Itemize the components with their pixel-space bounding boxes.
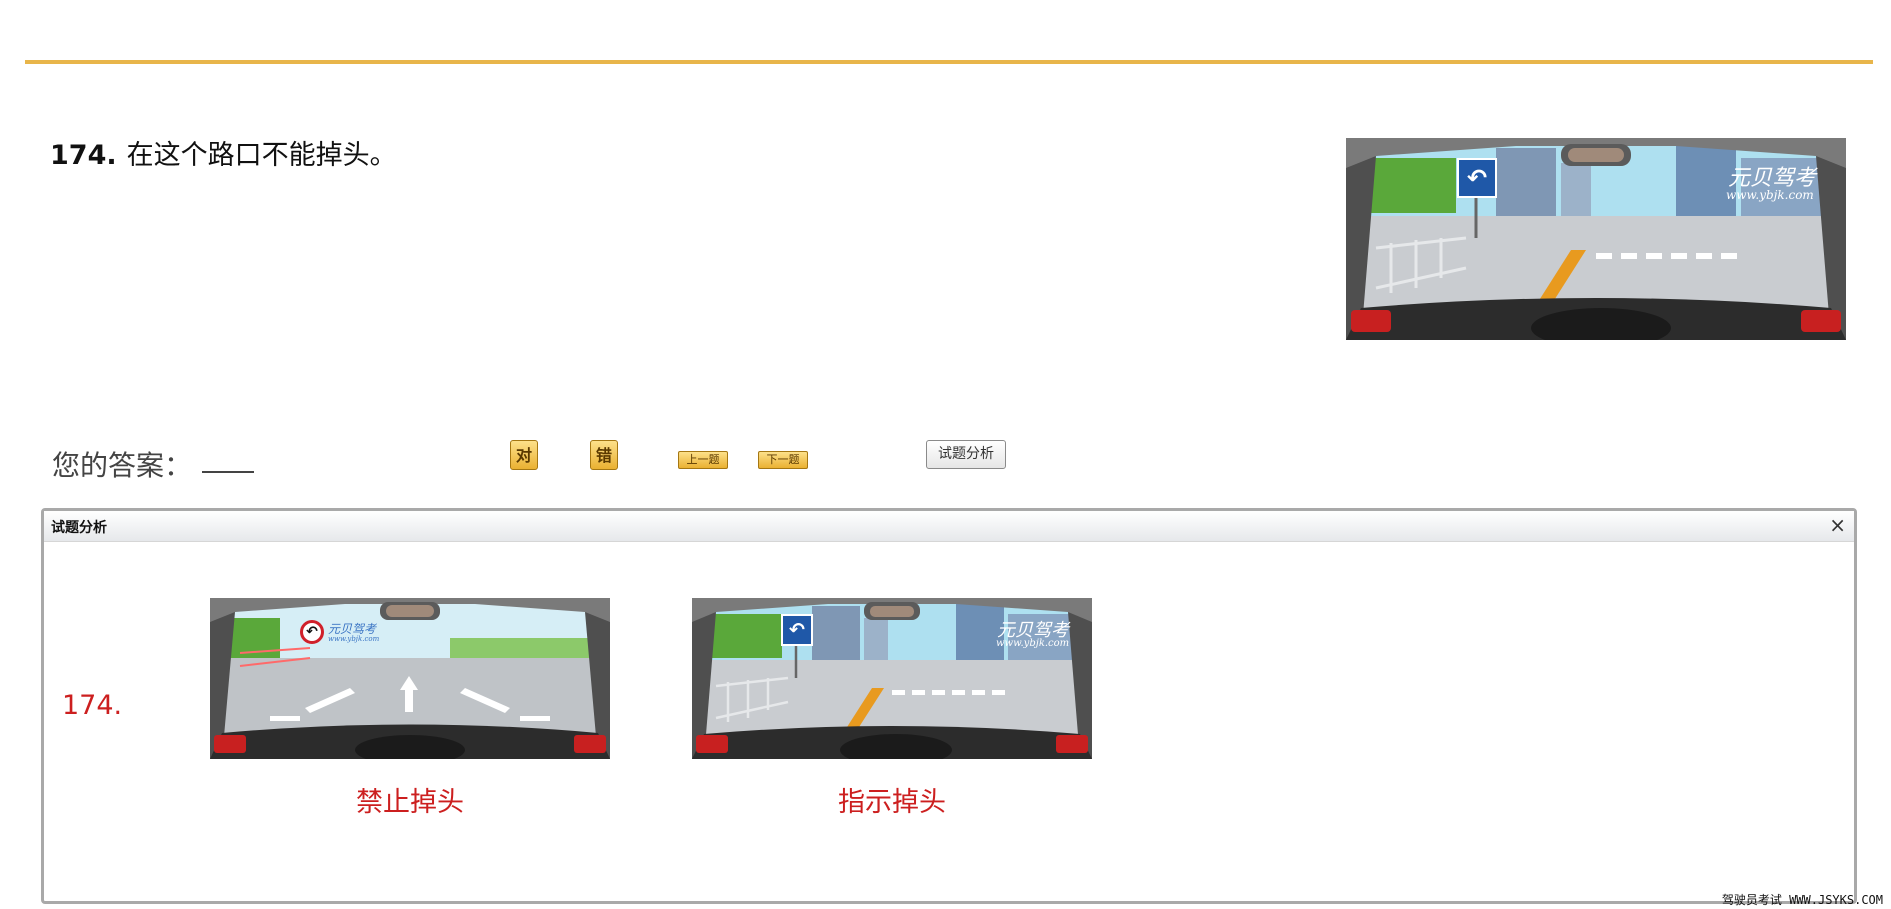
- analysis-panel-title: 试题分析: [51, 520, 107, 536]
- analysis-panel-header: 试题分析 ×: [44, 511, 1854, 542]
- question-text: 在这个路口不能掉头。: [126, 140, 397, 171]
- correct-button[interactable]: 对: [510, 440, 538, 470]
- wrong-button[interactable]: 错: [590, 440, 618, 470]
- site-watermark: 驾驶员考试 WWW.JSYKS.COM: [1721, 893, 1883, 907]
- scene-url: www.ybjk.com: [996, 638, 1070, 649]
- header-divider: [25, 60, 1873, 64]
- answer-blank: [202, 445, 254, 473]
- prev-question-button[interactable]: 上一题: [678, 451, 728, 469]
- close-icon[interactable]: ×: [1829, 513, 1846, 537]
- analysis-question-number: 174.: [62, 690, 123, 721]
- caption-no-uturn: 禁止掉头: [356, 787, 464, 818]
- next-question-button[interactable]: 下一题: [758, 451, 808, 469]
- u-turn-sign-icon: ↶: [1457, 158, 1497, 198]
- u-turn-sign-icon: ↶: [781, 614, 813, 646]
- answer-label: 您的答案：: [52, 449, 193, 482]
- question-scene-image: ↶ 元贝驾考 www.ybjk.com: [1346, 138, 1846, 340]
- caption-uturn: 指示掉头: [838, 787, 946, 818]
- no-u-turn-sign-icon: ↶: [300, 620, 324, 644]
- question-number: 174.: [50, 140, 117, 171]
- analysis-button[interactable]: 试题分析: [926, 440, 1006, 469]
- scene-url: www.ybjk.com: [328, 635, 380, 643]
- analysis-scene-no-uturn: ↶ 元贝驾考 www.ybjk.com: [210, 598, 610, 759]
- scene-url: www.ybjk.com: [1726, 188, 1814, 202]
- analysis-scene-uturn: ↶ 元贝驾考 www.ybjk.com: [692, 598, 1092, 759]
- question: 174. 在这个路口不能掉头。: [50, 138, 397, 174]
